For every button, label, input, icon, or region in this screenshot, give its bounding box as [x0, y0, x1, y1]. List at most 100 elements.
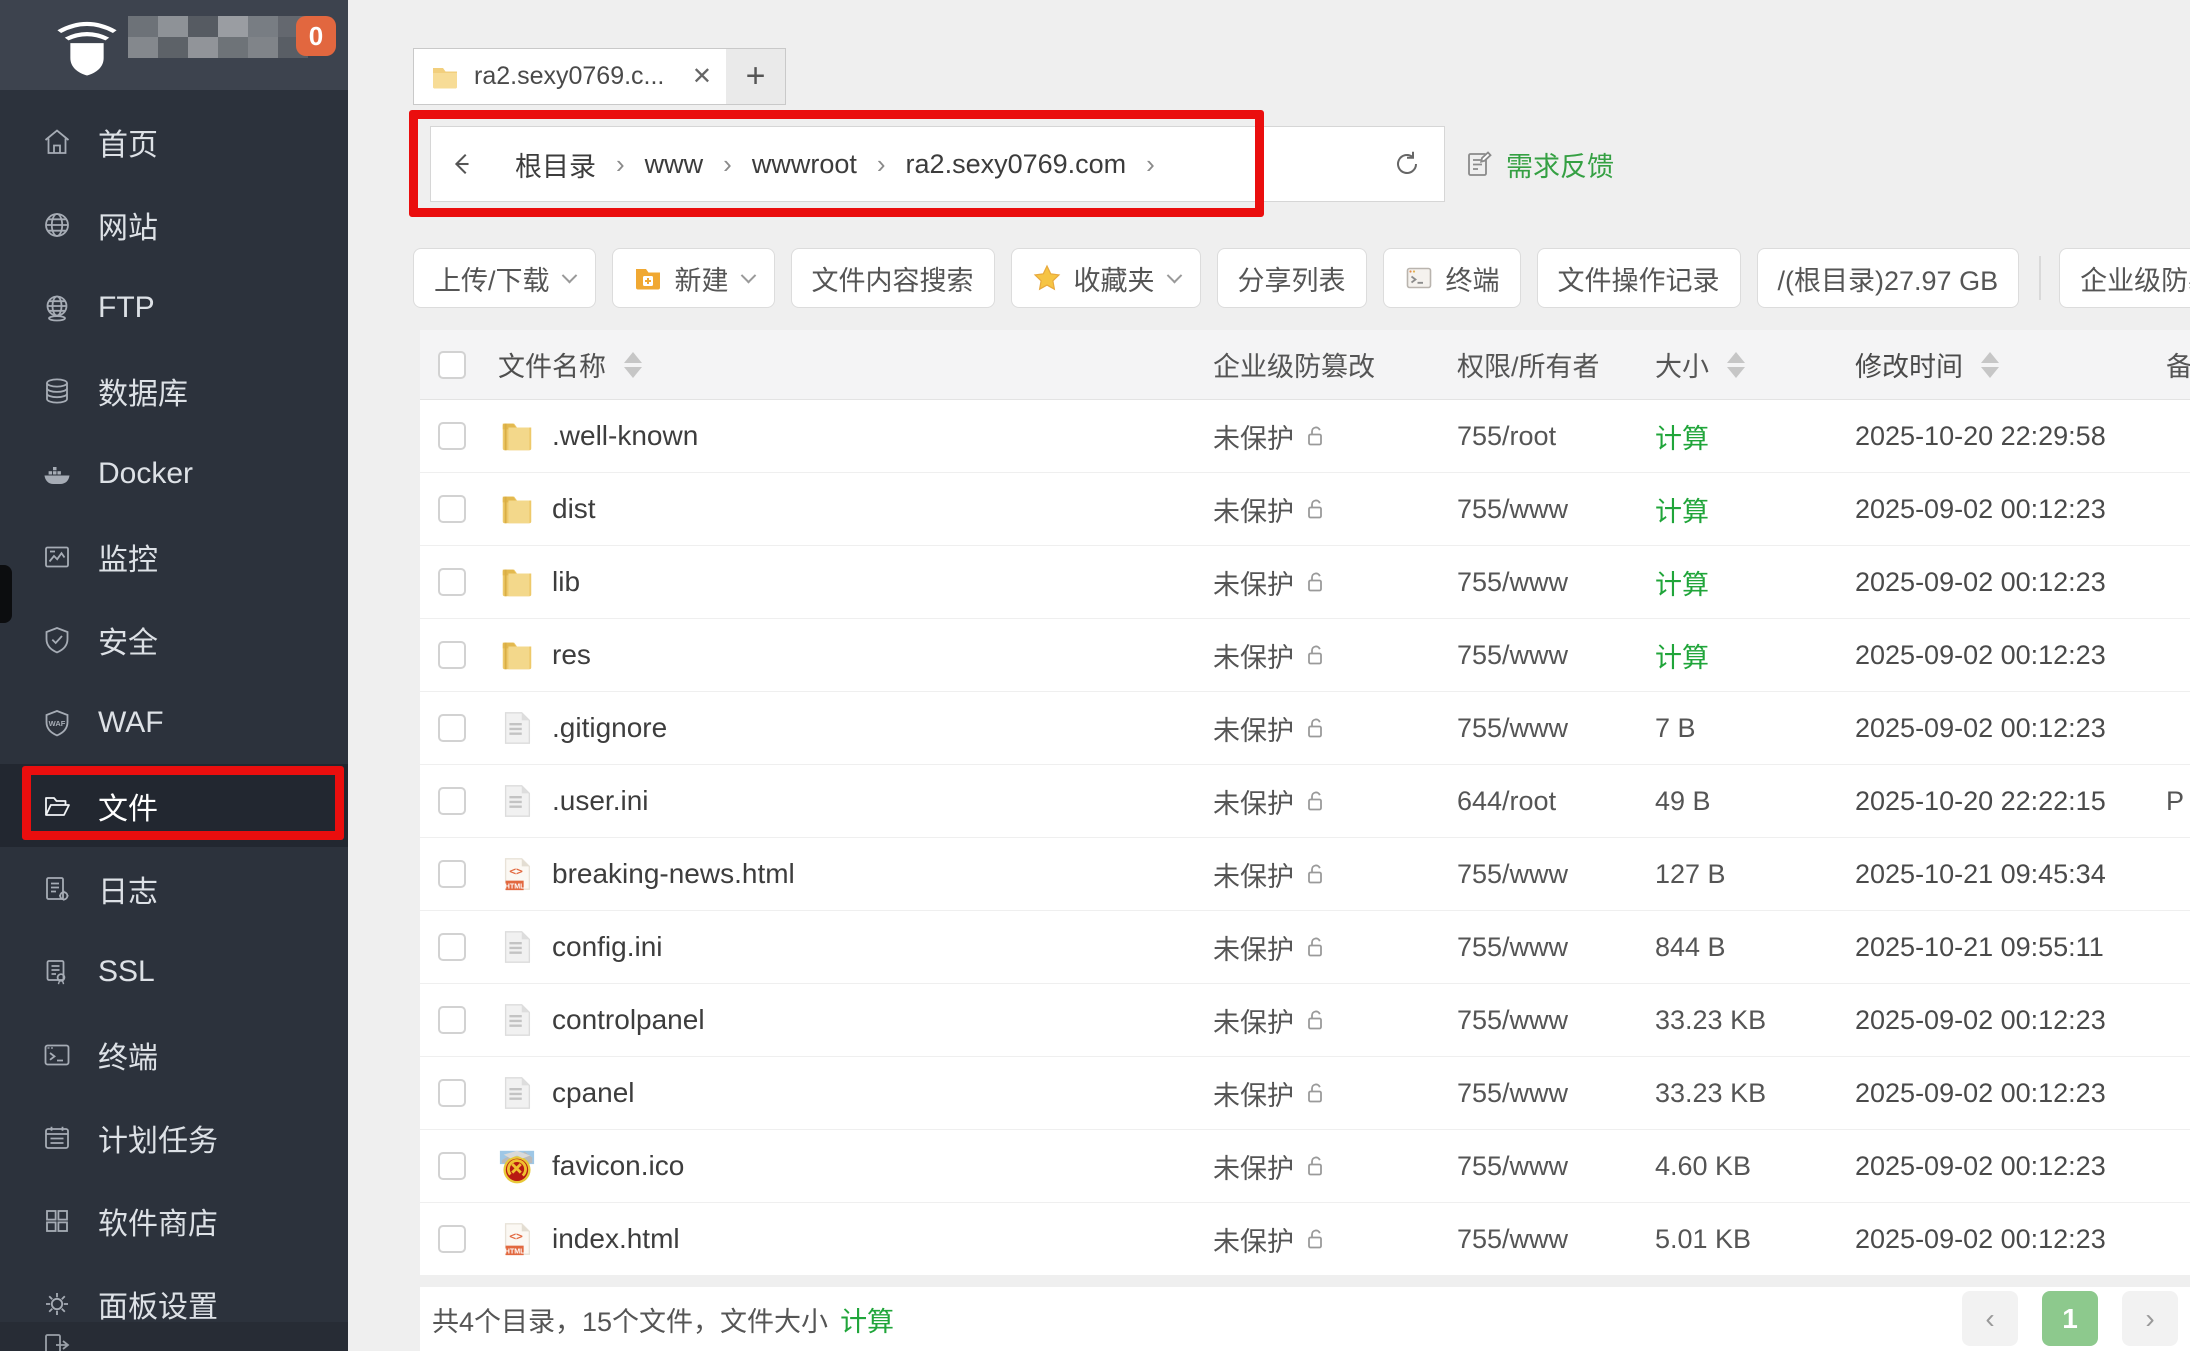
file-operations-button[interactable]: 文件操作记录 [1537, 248, 1741, 308]
sort-icon[interactable] [624, 352, 642, 378]
table-row[interactable]: cpanel 未保护 755/www 33.23 KB 2025-09-02 0… [420, 1057, 2190, 1130]
row-checkbox[interactable] [438, 641, 466, 669]
breadcrumb-site[interactable]: ra2.sexy0769.com [906, 149, 1127, 180]
sidebar-item-website[interactable]: 网站 [0, 183, 348, 266]
content-search-button[interactable]: 文件内容搜索 [791, 248, 995, 308]
file-name[interactable]: controlpanel [552, 1004, 705, 1036]
protect-status[interactable]: 未保护 [1213, 1147, 1294, 1186]
protect-status[interactable]: 未保护 [1213, 1074, 1294, 1113]
path-search-input[interactable] [1240, 126, 1370, 202]
sidebar-item-appstore[interactable]: 软件商店 [0, 1179, 348, 1262]
table-row[interactable]: .gitignore 未保护 755/www 7 B 2025-09-02 00… [420, 692, 2190, 765]
sidebar-item-ftp[interactable]: FTP [0, 266, 348, 349]
breadcrumb-wwwroot[interactable]: wwwroot [752, 149, 857, 180]
sidebar-item-terminal[interactable]: 终端 [0, 1013, 348, 1096]
sidebar-item-database[interactable]: 数据库 [0, 349, 348, 432]
column-header-name[interactable]: 文件名称 [492, 345, 1182, 384]
row-checkbox[interactable] [438, 1079, 466, 1107]
sort-icon[interactable] [1981, 352, 1999, 378]
table-row[interactable]: index.html 未保护 755/www 5.01 KB 2025-09-0… [420, 1203, 2190, 1276]
protect-status[interactable]: 未保护 [1213, 563, 1294, 602]
tamper-proof-button[interactable]: 企业级防篡改 [2059, 248, 2190, 308]
terminal-button[interactable]: 终端 [1383, 248, 1521, 308]
protect-status[interactable]: 未保护 [1213, 709, 1294, 748]
compute-size-link[interactable]: 计算 [1655, 417, 1709, 456]
sidebar-item-files[interactable]: 文件 [0, 764, 348, 847]
table-row[interactable]: breaking-news.html 未保护 755/www 127 B 202… [420, 838, 2190, 911]
sidebar-item-monitor[interactable]: 监控 [0, 515, 348, 598]
compute-size-link[interactable]: 计算 [1655, 636, 1709, 675]
column-header-size[interactable]: 大小 [1642, 345, 1842, 384]
file-name[interactable]: index.html [552, 1223, 680, 1255]
column-header-mtime[interactable]: 修改时间 [1842, 345, 2122, 384]
protect-status[interactable]: 未保护 [1213, 1001, 1294, 1040]
table-row[interactable]: favicon.ico 未保护 755/www 4.60 KB 2025-09-… [420, 1130, 2190, 1203]
table-row[interactable]: res 未保护 755/www 计算 2025-09-02 00:12:23 [420, 619, 2190, 692]
protect-status[interactable]: 未保护 [1213, 928, 1294, 967]
back-button[interactable] [430, 126, 494, 202]
file-tab[interactable]: ra2.sexy0769.c... ✕ [413, 48, 727, 105]
table-row[interactable]: config.ini 未保护 755/www 844 B 2025-10-21 … [420, 911, 2190, 984]
refresh-button[interactable] [1369, 126, 1445, 202]
breadcrumb-root[interactable]: 根目录 [515, 145, 596, 184]
feedback-link[interactable]: 需求反馈 [1464, 126, 1614, 202]
edge-handle[interactable] [0, 565, 12, 623]
file-name[interactable]: breaking-news.html [552, 858, 795, 890]
file-name[interactable]: config.ini [552, 931, 663, 963]
row-checkbox[interactable] [438, 1006, 466, 1034]
notification-badge[interactable]: 0 [296, 16, 336, 56]
share-list-button[interactable]: 分享列表 [1217, 248, 1367, 308]
file-name[interactable]: dist [552, 493, 596, 525]
protect-status[interactable]: 未保护 [1213, 636, 1294, 675]
row-checkbox[interactable] [438, 787, 466, 815]
new-button[interactable]: 新建 [612, 248, 775, 308]
sort-icon[interactable] [1727, 352, 1745, 378]
sidebar-item-home[interactable]: 首页 [0, 100, 348, 183]
upload-download-button[interactable]: 上传/下载 [413, 248, 596, 308]
row-checkbox[interactable] [438, 1152, 466, 1180]
add-tab-button[interactable]: + [726, 48, 786, 105]
file-name[interactable]: cpanel [552, 1077, 635, 1109]
breadcrumb-www[interactable]: www [645, 149, 704, 180]
protect-status[interactable]: 未保护 [1213, 417, 1294, 456]
row-checkbox[interactable] [438, 422, 466, 450]
sidebar-item-clipped[interactable] [0, 1322, 348, 1351]
row-checkbox[interactable] [438, 495, 466, 523]
file-name[interactable]: lib [552, 566, 580, 598]
protect-status[interactable]: 未保护 [1213, 855, 1294, 894]
sidebar-item-logs[interactable]: 日志 [0, 847, 348, 930]
compute-size-link[interactable]: 计算 [1655, 490, 1709, 529]
table-row[interactable]: lib 未保护 755/www 计算 2025-09-02 00:12:23 [420, 546, 2190, 619]
compute-total-link[interactable]: 计算 [840, 1300, 894, 1339]
file-name[interactable]: res [552, 639, 591, 671]
file-name[interactable]: favicon.ico [552, 1150, 684, 1182]
table-row[interactable]: controlpanel 未保护 755/www 33.23 KB 2025-0… [420, 984, 2190, 1057]
current-page-button[interactable]: 1 [2042, 1291, 2098, 1346]
row-checkbox[interactable] [438, 933, 466, 961]
row-checkbox[interactable] [438, 1225, 466, 1253]
favorites-button[interactable]: 收藏夹 [1011, 248, 1201, 308]
protect-status[interactable]: 未保护 [1213, 490, 1294, 529]
table-row[interactable]: dist 未保护 755/www 计算 2025-09-02 00:12:23 [420, 473, 2190, 546]
sidebar-item-cron[interactable]: 计划任务 [0, 1096, 348, 1179]
compute-size-link[interactable]: 计算 [1655, 563, 1709, 602]
close-tab-icon[interactable]: ✕ [692, 62, 712, 91]
file-name[interactable]: .well-known [552, 420, 698, 452]
row-checkbox[interactable] [438, 568, 466, 596]
row-checkbox[interactable] [438, 860, 466, 888]
disk-usage-button[interactable]: /(根目录)27.97 GB [1757, 248, 2020, 308]
protect-status[interactable]: 未保护 [1213, 1220, 1294, 1259]
prev-page-button[interactable]: ‹ [1962, 1291, 2018, 1346]
sidebar-item-security[interactable]: 安全 [0, 598, 348, 681]
table-row[interactable]: .well-known 未保护 755/root 计算 2025-10-20 2… [420, 400, 2190, 473]
file-name[interactable]: .gitignore [552, 712, 667, 744]
sidebar-item-waf[interactable]: WAF [0, 681, 348, 764]
sidebar-item-ssl[interactable]: SSL [0, 930, 348, 1013]
sidebar-item-docker[interactable]: Docker [0, 432, 348, 515]
file-name[interactable]: .user.ini [552, 785, 649, 817]
protect-status[interactable]: 未保护 [1213, 782, 1294, 821]
select-all-checkbox[interactable] [438, 351, 466, 379]
row-checkbox[interactable] [438, 714, 466, 742]
table-row[interactable]: .user.ini 未保护 644/root 49 B 2025-10-20 2… [420, 765, 2190, 838]
next-page-button[interactable]: › [2122, 1291, 2178, 1346]
